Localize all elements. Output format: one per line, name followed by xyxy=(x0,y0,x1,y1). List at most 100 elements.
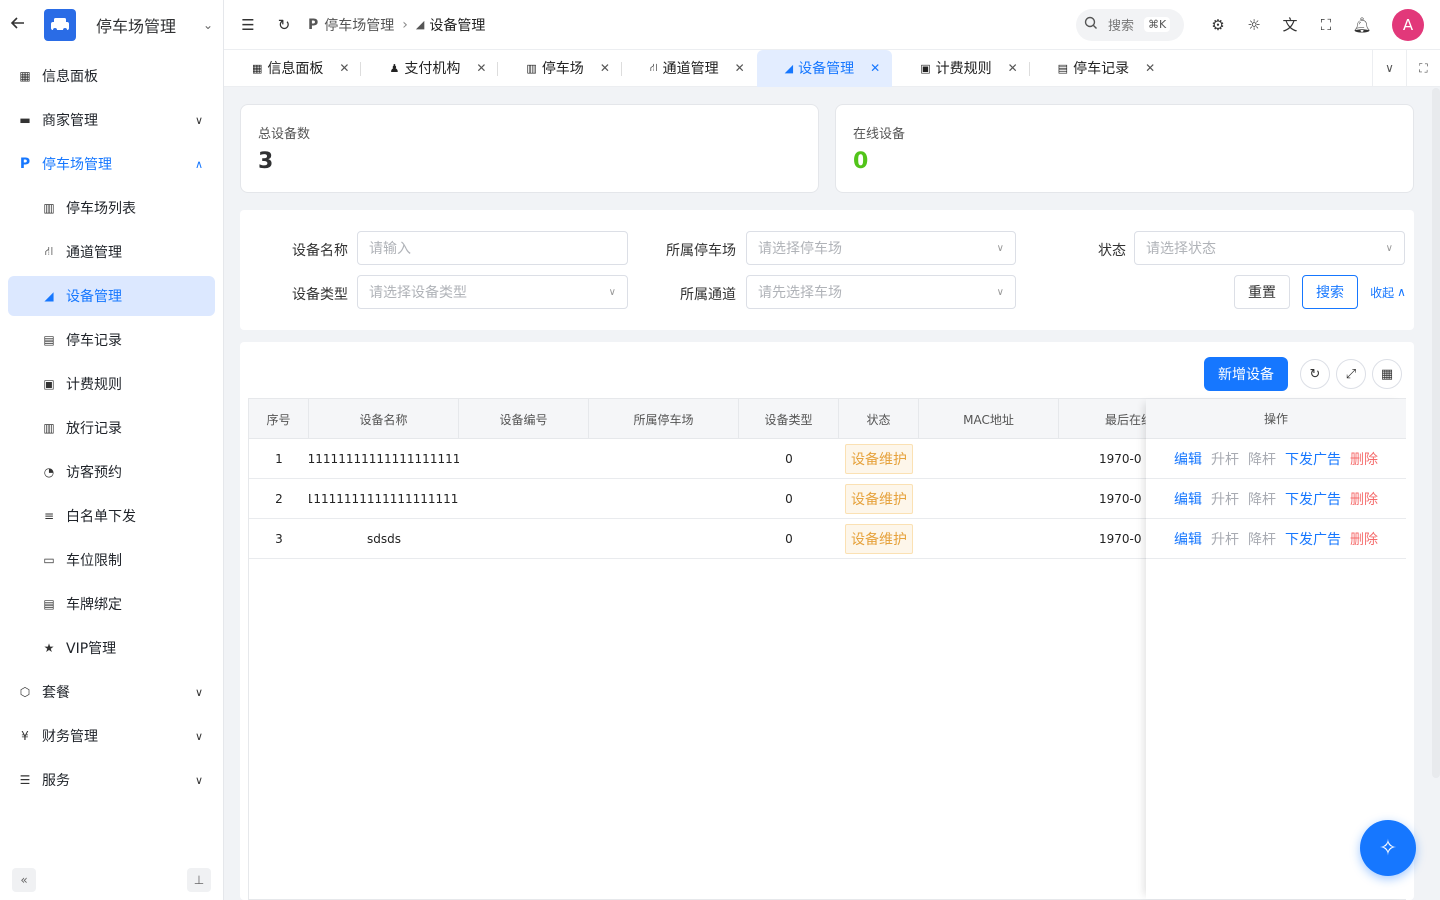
actions-column: 操作 编辑 升杆 降杆 下发广告 删除 编辑 升杆 降杆 下发广告 删除 编辑 升杆 降杆 下发广告删… xyxy=(1146,399,1406,899)
cell-name: 11111111111111111111 xyxy=(309,452,459,466)
close-icon[interactable]: ✕ xyxy=(339,61,349,75)
push-ad-link[interactable]: 下发广告 xyxy=(1285,529,1341,549)
search-label: 搜索 xyxy=(1108,19,1135,34)
fullscreen-icon[interactable]: ⛶ xyxy=(1308,7,1344,43)
close-icon[interactable]: ✕ xyxy=(1145,61,1155,75)
reset-button[interactable]: 重置 xyxy=(1234,275,1290,309)
settings-icon[interactable]: ⚙ xyxy=(1200,7,1236,43)
menu-toggle-icon[interactable]: ☰ xyxy=(236,13,260,37)
sidebar-item-label: 商家管理 xyxy=(42,113,98,129)
collapse-button[interactable]: 收起 ∧ xyxy=(1366,275,1410,309)
sidebar-item-parking-record[interactable]: ▤ 停车记录 xyxy=(8,320,215,360)
global-search[interactable]: 搜索 ⌘K xyxy=(1076,8,1184,41)
sidebar-item-release[interactable]: ▥ 放行记录 xyxy=(8,408,215,448)
sidebar-item-parking[interactable]: P 停车场管理 ∧ xyxy=(8,144,215,184)
sidebar-item-plate[interactable]: ▤ 车牌绑定 xyxy=(8,584,215,624)
delete-link[interactable]: 删除 xyxy=(1350,449,1378,469)
back-arrow-icon[interactable] xyxy=(10,15,28,36)
delete-link[interactable]: 删除 xyxy=(1350,529,1378,549)
tab-billing[interactable]: ▣ 计费规则 ✕ xyxy=(892,50,1030,87)
sparkle-icon: ✧ xyxy=(1378,835,1398,861)
visitor-icon: ◔ xyxy=(43,465,55,479)
search-button[interactable]: 搜索 xyxy=(1302,275,1358,309)
close-icon[interactable]: ✕ xyxy=(1008,61,1018,75)
cell-name: 111111111111111111111... xyxy=(309,492,459,506)
sidebar-item-dashboard[interactable]: ▦ 信息面板 xyxy=(8,56,215,96)
close-icon[interactable]: ✕ xyxy=(476,61,486,75)
road-icon: ⛙ xyxy=(44,244,54,258)
sidebar-item-package[interactable]: ⬡ 套餐 ∨ xyxy=(8,672,215,712)
sidebar-item-vip[interactable]: ★ VIP管理 xyxy=(8,628,215,668)
edit-link[interactable]: 编辑 xyxy=(1174,529,1202,549)
sidebar-item-device[interactable]: ◢ 设备管理 xyxy=(8,276,215,316)
delete-link[interactable]: 删除 xyxy=(1350,489,1378,509)
sidebar-item-finance[interactable]: ¥ 财务管理 ∨ xyxy=(8,716,215,756)
push-ad-link[interactable]: 下发广告 xyxy=(1285,449,1341,469)
chevron-down-icon[interactable]: ∨ xyxy=(1372,49,1406,87)
column-settings-icon[interactable]: ▦ xyxy=(1372,359,1402,389)
raise-barrier-link[interactable]: 升杆 xyxy=(1211,449,1239,469)
sidebar-item-visitor[interactable]: ◔ 访客预约 xyxy=(8,452,215,492)
translate-icon[interactable]: 文 xyxy=(1272,7,1308,43)
push-ad-link[interactable]: 下发广告 xyxy=(1285,489,1341,509)
chevron-down-icon[interactable]: ⌄ xyxy=(203,18,213,32)
barrier-icon: ▥ xyxy=(43,421,55,435)
ai-assistant-button[interactable]: ✧ xyxy=(1360,820,1416,876)
tab-payment[interactable]: ♟ 支付机构 ✕ xyxy=(361,50,499,87)
bell-icon[interactable]: 🔔︎ xyxy=(1344,7,1380,43)
collapse-sidebar-icon[interactable]: « xyxy=(12,868,36,892)
edit-link[interactable]: 编辑 xyxy=(1174,449,1202,469)
page-scrollbar[interactable] xyxy=(1432,88,1440,778)
raise-barrier-link[interactable]: 升杆 xyxy=(1211,489,1239,509)
sidebar-item-whitelist[interactable]: ≡ 白名单下发 xyxy=(8,496,215,536)
building-icon: ▥ xyxy=(526,61,537,75)
pin-icon[interactable]: ⊥ xyxy=(187,868,211,892)
stat-card-online: 在线设备 0 xyxy=(835,104,1414,193)
tab-parking[interactable]: ▥ 停车场 ✕ xyxy=(498,50,622,87)
cell-status: 设备维护 xyxy=(839,479,919,519)
lower-barrier-link[interactable]: 降杆 xyxy=(1248,489,1276,509)
sidebar-item-space-limit[interactable]: ▭ 车位限制 xyxy=(8,540,215,580)
building-icon: ▥ xyxy=(43,201,55,215)
avatar[interactable]: A xyxy=(1392,8,1424,41)
sidebar-item-label: 服务 xyxy=(42,773,70,789)
sidebar-item-channel[interactable]: ⛙ 通道管理 xyxy=(8,232,215,272)
stat-label: 在线设备 xyxy=(853,127,906,142)
sidebar-item-billing[interactable]: ▣ 计费规则 xyxy=(8,364,215,404)
channel-select[interactable]: 请先选择车场 ∨ xyxy=(746,275,1016,309)
sidebar-item-merchant[interactable]: ▬ 商家管理 ∨ xyxy=(8,100,215,140)
status-select[interactable]: 请选择状态 ∨ xyxy=(1134,231,1405,265)
sidebar-item-service[interactable]: ☰ 服务 ∨ xyxy=(8,760,215,800)
col-header: 设备编号 xyxy=(459,399,589,439)
close-icon[interactable]: ✕ xyxy=(870,61,880,75)
lower-barrier-link[interactable]: 降杆 xyxy=(1248,529,1276,549)
dashboard-icon: ▦ xyxy=(19,69,31,83)
device-name-input[interactable]: 请输入 xyxy=(357,231,628,265)
close-icon[interactable]: ✕ xyxy=(600,61,610,75)
sidebar-item-parking-list[interactable]: ▥ 停车场列表 xyxy=(8,188,215,228)
device-type-select[interactable]: 请选择设备类型 ∨ xyxy=(357,275,628,309)
sidebar-footer: « ⊥ xyxy=(0,868,223,892)
add-device-button[interactable]: 新增设备 xyxy=(1204,357,1288,391)
camera-icon: ◢ xyxy=(415,18,425,31)
edit-link[interactable]: 编辑 xyxy=(1174,489,1202,509)
col-header: 设备名称 xyxy=(309,399,459,439)
parking-lot-select[interactable]: 请选择停车场 ∨ xyxy=(746,231,1016,265)
tab-dashboard[interactable]: ▦ 信息面板 ✕ xyxy=(224,50,362,87)
refresh-icon[interactable]: ↻ xyxy=(272,13,296,37)
maximize-icon[interactable]: ⛶ xyxy=(1406,49,1440,87)
sidebar-item-label: 放行记录 xyxy=(66,421,122,437)
tab-record[interactable]: ▤ 停车记录 ✕ xyxy=(1030,50,1167,87)
lower-barrier-link[interactable]: 降杆 xyxy=(1248,449,1276,469)
tab-device[interactable]: ◢ 设备管理 ✕ xyxy=(756,49,893,87)
refresh-icon[interactable]: ↻ xyxy=(1300,359,1330,389)
sidebar-item-label: 车牌绑定 xyxy=(66,597,122,613)
chevron-down-icon: ∨ xyxy=(996,286,1004,298)
expand-icon[interactable]: ⤢ xyxy=(1336,359,1366,389)
package-icon: ⬡ xyxy=(19,685,31,699)
close-icon[interactable]: ✕ xyxy=(735,61,745,75)
raise-barrier-link[interactable]: 升杆 xyxy=(1211,529,1239,549)
tab-channel[interactable]: ⛙ 通道管理 ✕ xyxy=(622,50,757,87)
breadcrumb-item[interactable]: 停车场管理 xyxy=(324,15,394,35)
theme-sun-icon[interactable]: ☼ xyxy=(1236,7,1272,43)
